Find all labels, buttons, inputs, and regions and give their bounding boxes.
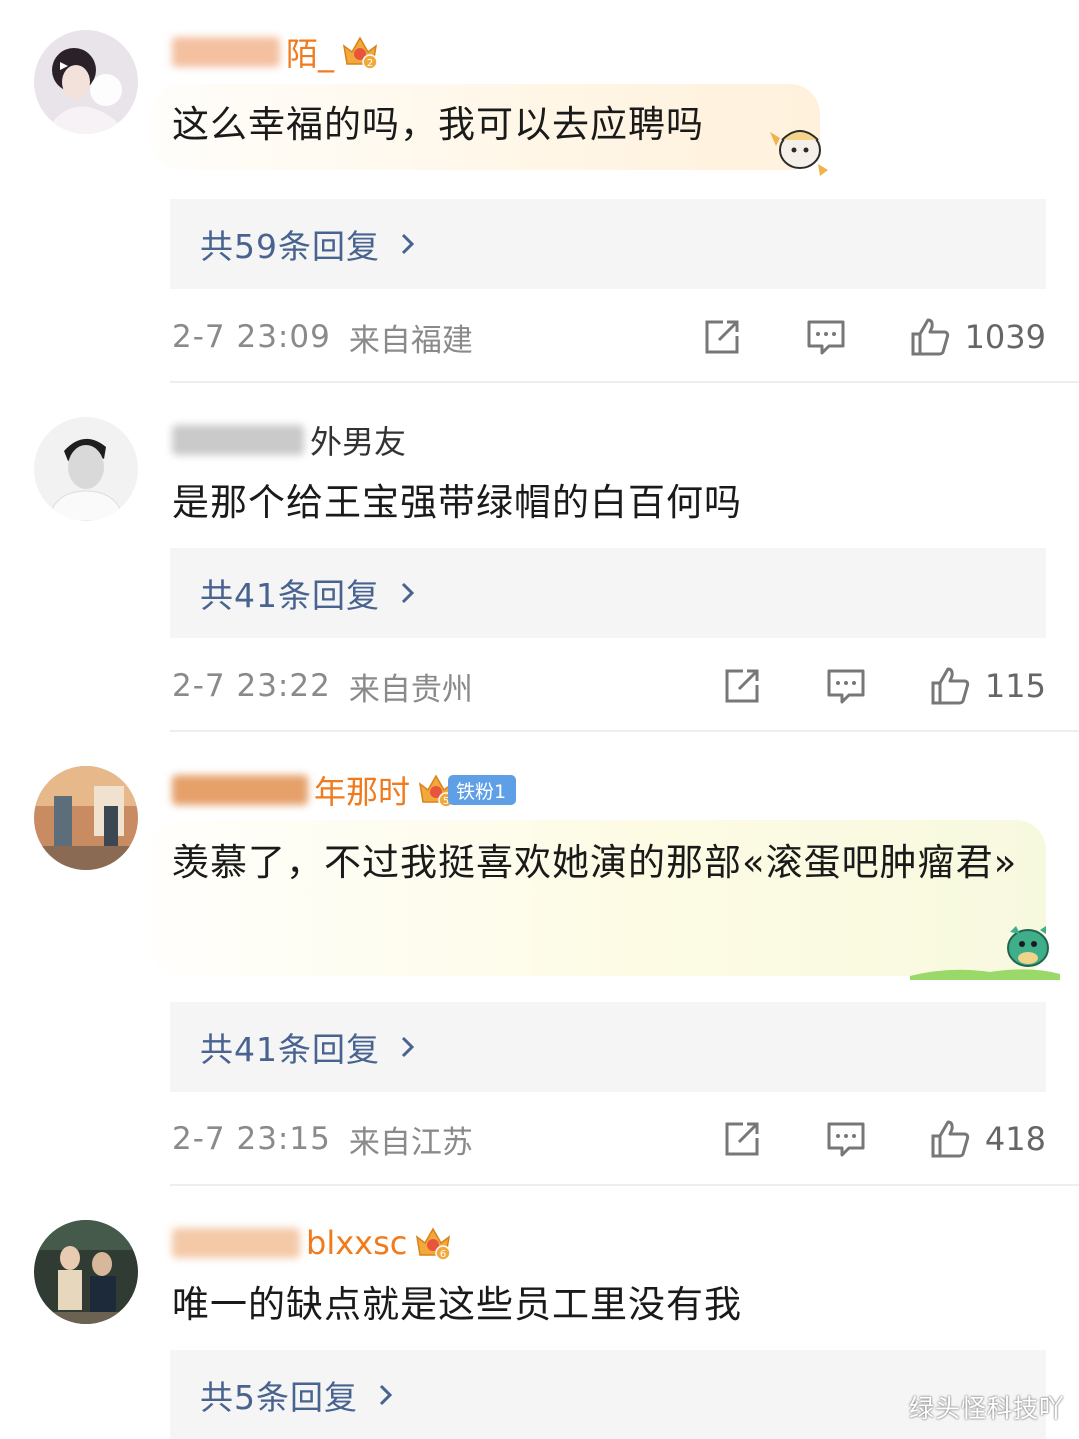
svg-text:6: 6 <box>440 1249 446 1260</box>
reply-count-label: 共5条回复 <box>200 1377 358 1417</box>
timestamp: 2-7 23:22 <box>172 668 331 704</box>
watermark: 绿头怪科技吖 <box>908 1394 1065 1423</box>
username: 年那时 <box>314 773 411 811</box>
chevron-right-icon <box>401 582 415 604</box>
like-icon[interactable] <box>929 1118 971 1160</box>
blurred-username <box>172 425 304 455</box>
blurred-username <box>172 775 308 805</box>
like-count: 1039 <box>964 318 1046 356</box>
location: 来自贵州 <box>348 671 473 708</box>
chevron-right-icon <box>379 1384 393 1405</box>
username: 外男友 <box>310 423 407 461</box>
comment-icon[interactable] <box>825 665 867 707</box>
like-count: 418 <box>984 1120 1046 1158</box>
blurred-username <box>172 37 280 67</box>
reply-count-label: 共59条回复 <box>200 227 380 266</box>
comment-icon[interactable] <box>825 1118 867 1160</box>
comment-text: 羡慕了，不过我挺喜欢她演的那部«滚蛋吧肿瘤君» <box>172 841 1018 884</box>
timestamp: 2-7 23:09 <box>172 319 331 355</box>
replies-link[interactable]: 共59条回复 <box>170 199 1046 289</box>
divider <box>170 1184 1079 1186</box>
like-icon[interactable] <box>909 316 951 358</box>
comment-meta: 2-7 23:09 来自福建 1039 <box>172 312 1046 362</box>
blurred-username <box>172 1228 300 1258</box>
chevron-right-icon <box>401 1036 415 1058</box>
dinosaur-sticker-icon <box>910 926 1060 980</box>
comment-text: 唯一的缺点就是这些员工里没有我 <box>172 1283 742 1326</box>
avatar[interactable] <box>34 417 138 521</box>
fan-badge: 铁粉1 <box>448 775 517 805</box>
location: 来自福建 <box>348 322 473 359</box>
comment-actions: 115 <box>721 665 1046 707</box>
comment-meta: 2-7 23:22 来自贵州 115 <box>172 661 1046 711</box>
crown-level-2-icon: 2 <box>342 36 378 70</box>
timestamp: 2-7 23:15 <box>172 1121 331 1157</box>
replies-link[interactable]: 共41条回复 <box>170 548 1046 638</box>
comment-actions: 1039 <box>701 316 1046 358</box>
reply-count-label: 共41条回复 <box>200 576 380 615</box>
anime-sticker-icon <box>770 130 828 176</box>
reply-count-label: 共41条回复 <box>200 1030 380 1069</box>
comment-meta: 2-7 23:15 来自江苏 418 <box>172 1114 1046 1164</box>
username-row[interactable]: 陌_ 2 <box>172 30 380 74</box>
comment-text: 这么幸福的吗，我可以去应聘吗 <box>172 103 704 146</box>
username-row[interactable]: 外男友 <box>172 418 406 462</box>
username-row[interactable]: 年那时 5 铁粉1 <box>172 768 517 812</box>
avatar[interactable] <box>34 30 138 134</box>
chevron-right-icon <box>401 233 415 255</box>
share-icon[interactable] <box>701 316 743 358</box>
comment-actions: 418 <box>721 1118 1046 1160</box>
avatar[interactable] <box>34 766 138 870</box>
comment-text: 是那个给王宝强带绿帽的白百何吗 <box>172 481 742 524</box>
avatar[interactable] <box>34 1220 138 1324</box>
svg-text:2: 2 <box>367 58 373 69</box>
share-icon[interactable] <box>721 665 763 707</box>
divider <box>170 381 1079 383</box>
username: blxxsc <box>306 1224 408 1262</box>
comment-icon[interactable] <box>805 316 847 358</box>
share-icon[interactable] <box>721 1118 763 1160</box>
like-icon[interactable] <box>929 665 971 707</box>
replies-link[interactable]: 共41条回复 <box>170 1002 1046 1092</box>
location: 来自江苏 <box>348 1124 473 1161</box>
username-row[interactable]: blxxsc 6 <box>172 1221 453 1265</box>
username: 陌_ <box>286 35 335 73</box>
like-count: 115 <box>984 667 1046 705</box>
divider <box>170 730 1079 732</box>
crown-level-6-icon: 6 <box>416 1227 452 1261</box>
